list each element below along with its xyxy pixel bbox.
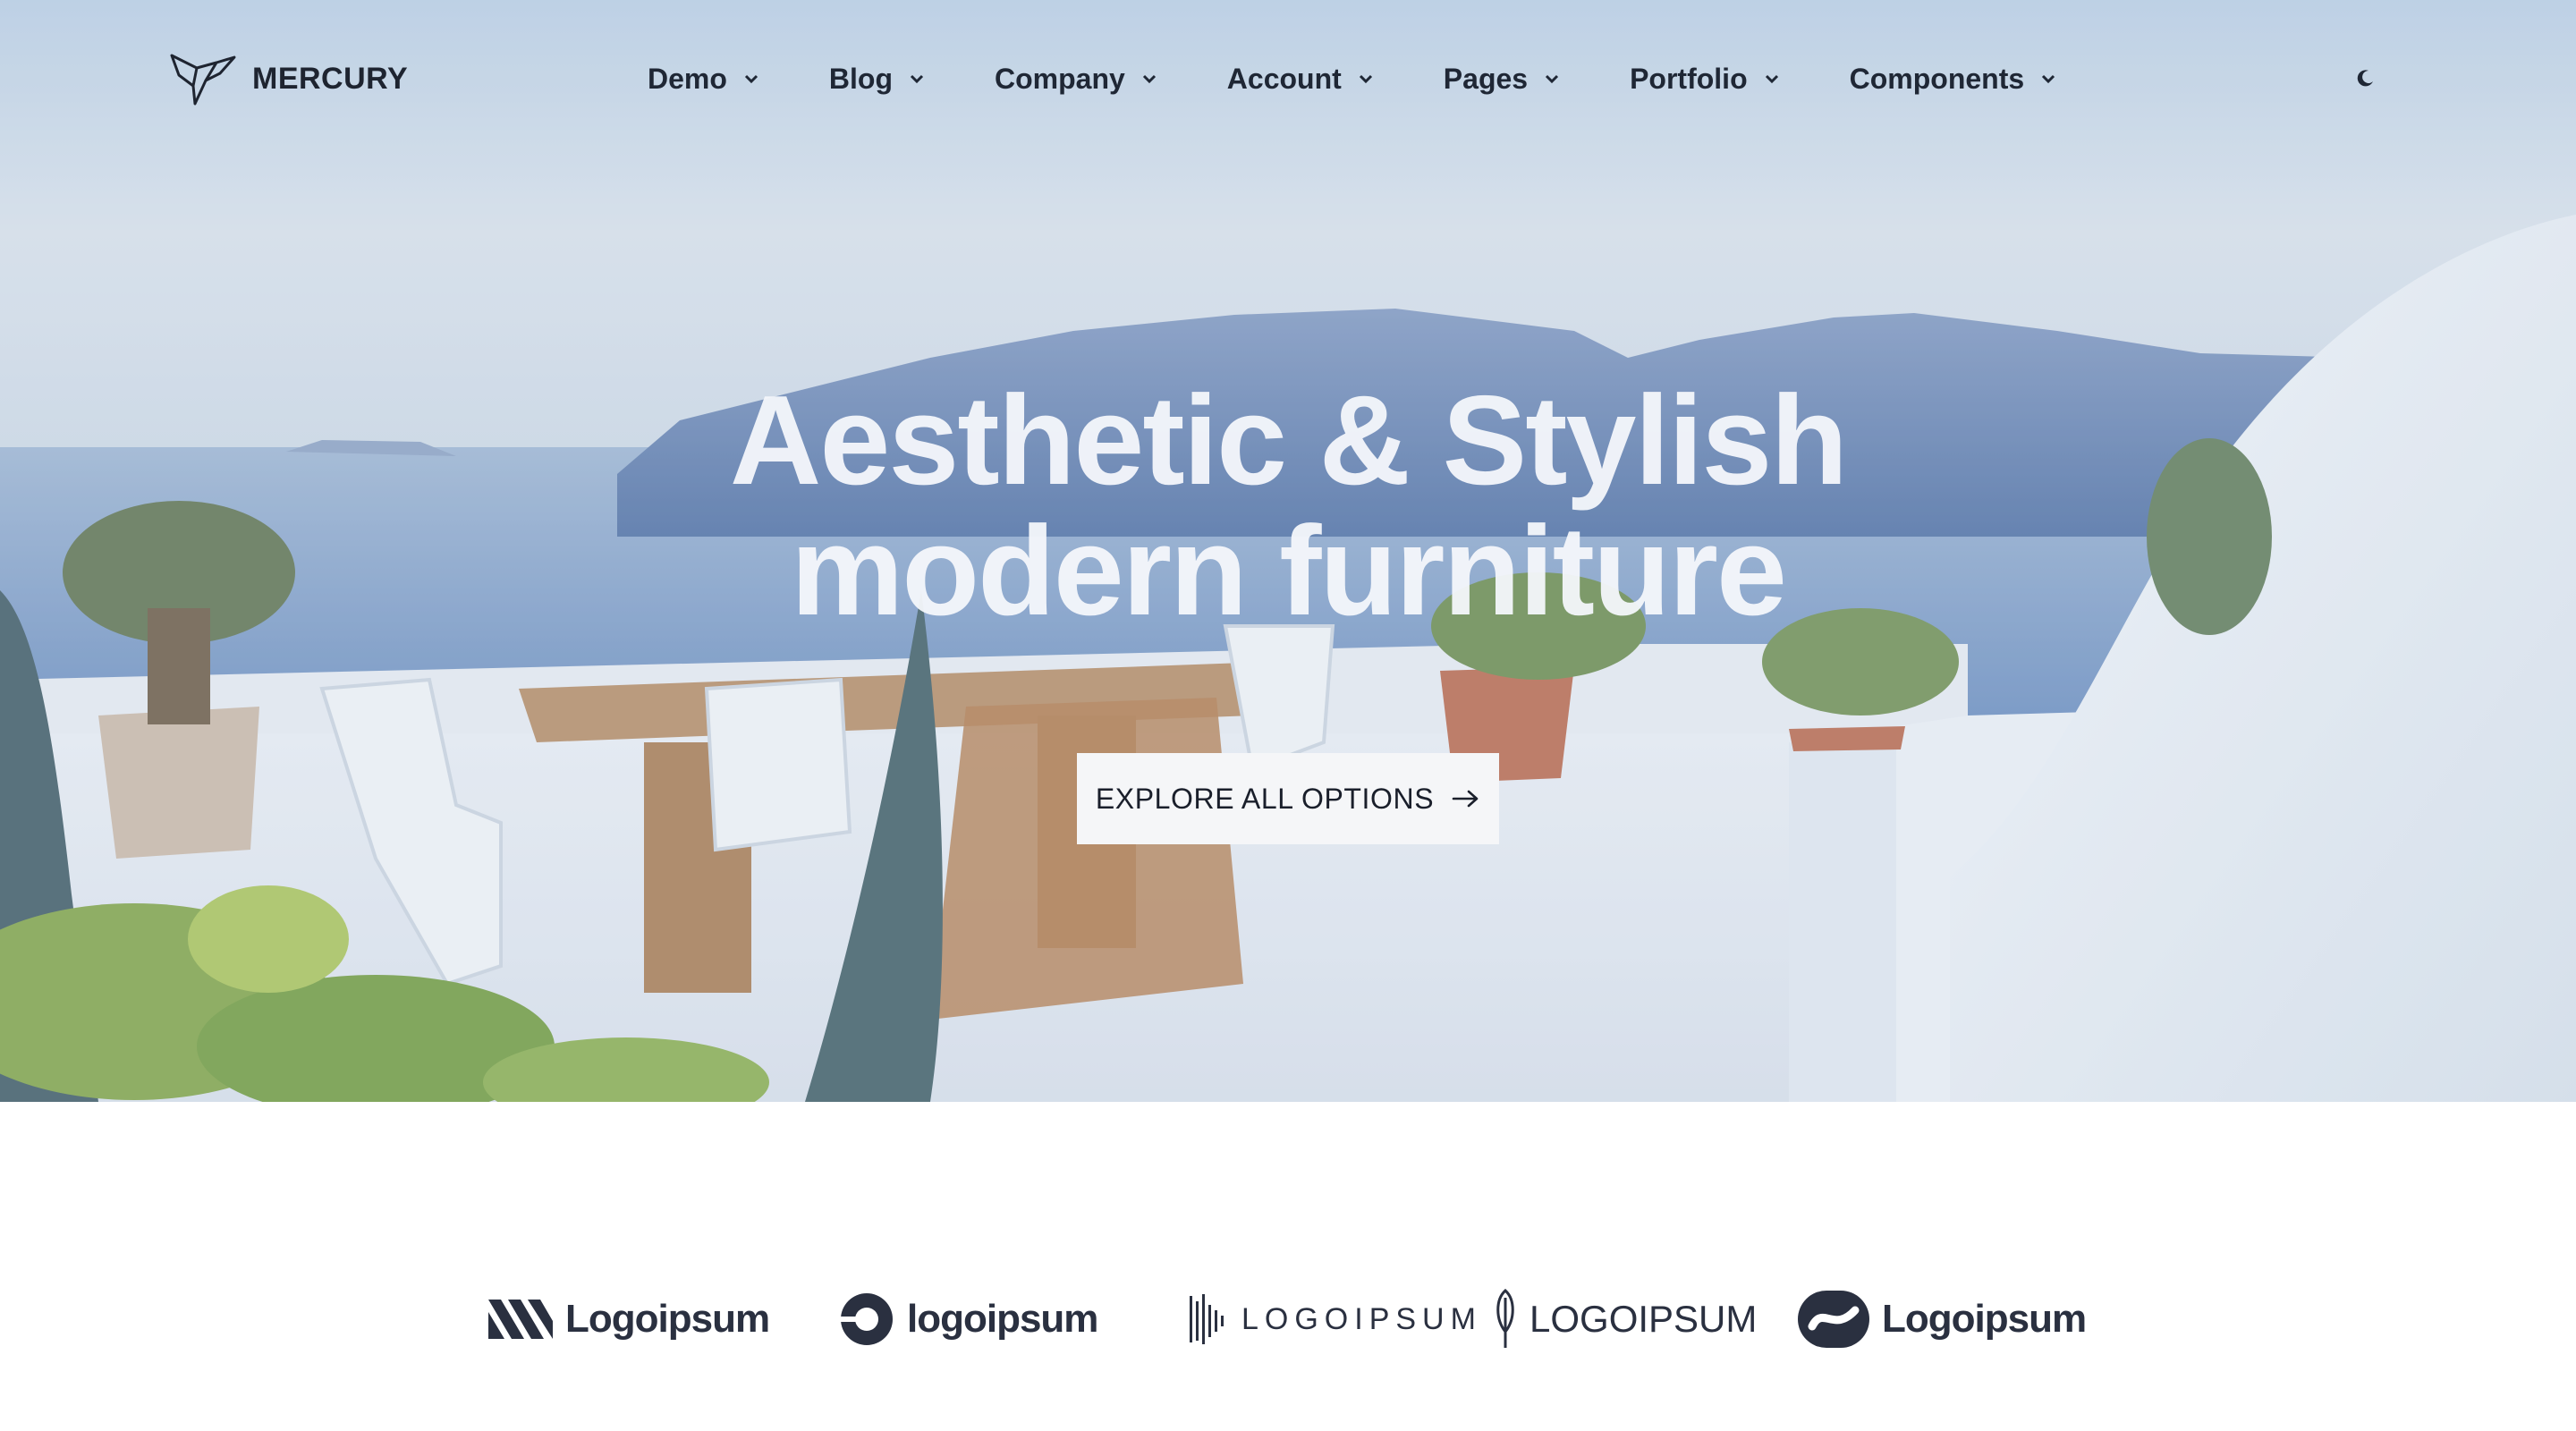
nav-item-label: Portfolio <box>1630 62 1748 95</box>
nav-item-label: Blog <box>828 62 893 95</box>
partner-logos: Logoipsum logoipsum LOGOIPSUM LOGOIPSUM <box>0 1279 2576 1359</box>
nav-item-label: Demo <box>648 62 727 95</box>
brand-logo-link[interactable]: MERCURY <box>170 50 408 107</box>
chevron-down-icon <box>910 74 924 84</box>
top-navigation: MERCURY Demo Blog Company Account Pages <box>0 0 2576 157</box>
nav-item-components[interactable]: Components <box>1850 63 2057 96</box>
chevron-down-icon <box>2042 74 2055 84</box>
partner-logo-text: Logoipsum <box>565 1297 770 1341</box>
stripes-logo-icon <box>488 1300 553 1339</box>
ring-logo-icon <box>841 1293 893 1345</box>
main-menu: Demo Blog Company Account Pages Portfoli… <box>648 55 2126 102</box>
cta-label: EXPLORE ALL OPTIONS <box>1095 782 1435 815</box>
arrow-right-icon <box>1452 790 1479 808</box>
nav-item-pages[interactable]: Pages <box>1444 63 1560 96</box>
chevron-down-icon <box>1546 74 1559 84</box>
explore-all-options-button[interactable]: EXPLORE ALL OPTIONS <box>1077 753 1499 844</box>
nav-item-account[interactable]: Account <box>1227 63 1374 96</box>
bird-logo-icon <box>170 54 236 106</box>
chevron-down-icon <box>1359 74 1372 84</box>
bars-logo-icon <box>1190 1294 1224 1344</box>
partner-logo-text: Logoipsum <box>1882 1297 2087 1341</box>
partner-logo-text: LOGOIPSUM <box>1241 1301 1482 1336</box>
hero-title-line-1: Aesthetic & Stylish <box>729 369 1848 512</box>
partner-logo-3: LOGOIPSUM <box>1190 1279 1482 1359</box>
chevron-down-icon <box>1142 74 1156 84</box>
nav-item-label: Pages <box>1443 62 1529 95</box>
nav-item-company[interactable]: Company <box>995 63 1157 96</box>
nav-item-label: Company <box>995 62 1125 95</box>
nav-item-demo[interactable]: Demo <box>648 63 759 96</box>
partner-logo-2: logoipsum <box>839 1279 1098 1359</box>
brand-name: MERCURY <box>252 61 409 96</box>
nav-item-label: Components <box>1849 62 2025 95</box>
moon-icon <box>2357 70 2373 87</box>
theme-toggle-button[interactable] <box>2351 64 2379 93</box>
hero-title-line-2: modern furniture <box>791 500 1787 642</box>
nav-item-label: Account <box>1226 62 1342 95</box>
hero-section: MERCURY Demo Blog Company Account Pages <box>0 0 2576 1102</box>
partner-logo-4: LOGOIPSUM <box>1494 1279 1757 1359</box>
partner-logo-text: LOGOIPSUM <box>1530 1298 1758 1340</box>
wave-logo-icon <box>1798 1291 1869 1348</box>
nav-item-portfolio[interactable]: Portfolio <box>1630 63 1780 96</box>
partner-logo-text: logoipsum <box>907 1297 1098 1341</box>
chevron-down-icon <box>1765 74 1778 84</box>
hero-headline: Aesthetic & Stylish modern furniture <box>0 376 2576 637</box>
partner-logo-1: Logoipsum <box>488 1279 770 1359</box>
feather-logo-icon <box>1496 1289 1514 1348</box>
nav-item-blog[interactable]: Blog <box>829 63 925 96</box>
partner-logo-5: Logoipsum <box>1798 1279 2087 1359</box>
chevron-down-icon <box>744 74 758 84</box>
